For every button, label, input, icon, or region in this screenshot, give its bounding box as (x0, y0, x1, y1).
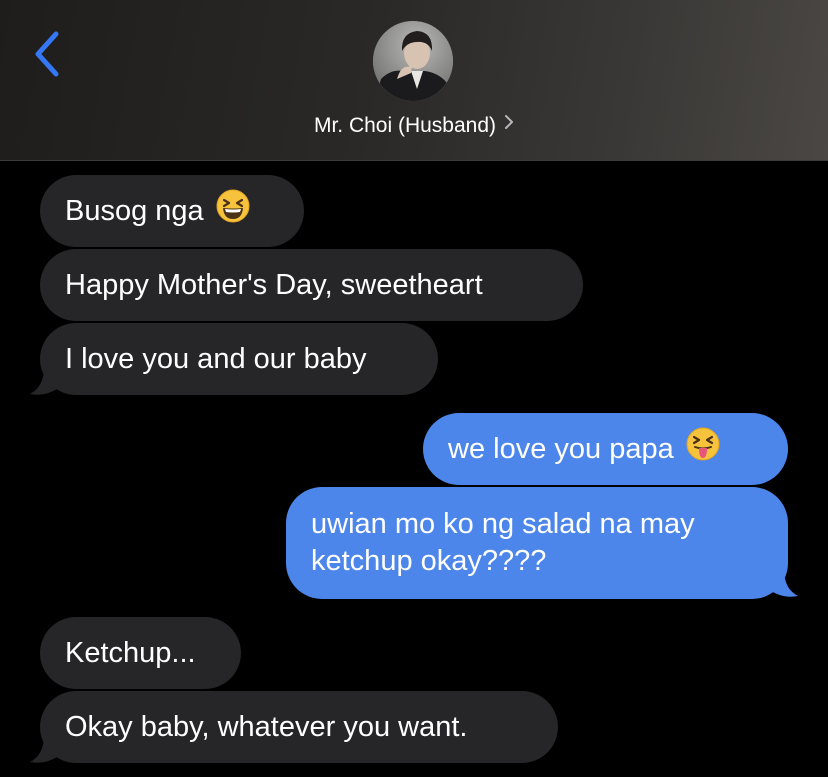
grinning-squinting-face-icon (216, 189, 250, 233)
message-text: Busog nga (65, 194, 204, 227)
bubble-tail-outgoing (768, 569, 798, 597)
message-text: we love you papa (448, 432, 674, 465)
bubble-tail-incoming (30, 735, 60, 763)
message-bubble-incoming[interactable]: Happy Mother's Day, sweetheart (40, 249, 583, 321)
bubble-tail-incoming (30, 367, 60, 395)
message-bubble-incoming[interactable]: I love you and our baby (40, 323, 438, 395)
message-text: Okay baby, whatever you want. (65, 710, 468, 743)
chevron-right-icon (504, 110, 514, 138)
contact-name: Mr. Choi (Husband) (313, 114, 497, 137)
message-text: Happy Mother's Day, sweetheart (65, 268, 483, 301)
messages-screen: Mr. Choi (Husband) Busog nga Happy Mothe… (0, 0, 828, 777)
contact-photo (373, 21, 453, 101)
message-thread: Busog nga Happy Mother's Day, sweetheart… (0, 161, 828, 777)
message-text: uwian mo ko ng salad na may ketchup okay… (311, 508, 695, 577)
contact-name-row[interactable]: Mr. Choi (Husband) (0, 112, 828, 140)
chevron-left-icon (35, 31, 59, 77)
message-bubble-incoming[interactable]: Okay baby, whatever you want. (40, 691, 558, 763)
avatar[interactable] (373, 21, 453, 101)
squinting-face-with-tongue-icon (686, 427, 720, 471)
message-bubble-outgoing[interactable]: uwian mo ko ng salad na may ketchup okay… (286, 487, 788, 599)
message-bubble-outgoing[interactable]: we love you papa (423, 413, 788, 485)
message-bubble-incoming[interactable]: Ketchup... (40, 617, 241, 689)
conversation-header: Mr. Choi (Husband) (0, 0, 828, 161)
message-text: Ketchup... (65, 636, 196, 669)
back-button[interactable] (28, 28, 68, 80)
message-bubble-incoming[interactable]: Busog nga (40, 175, 304, 247)
message-text: I love you and our baby (65, 342, 367, 375)
